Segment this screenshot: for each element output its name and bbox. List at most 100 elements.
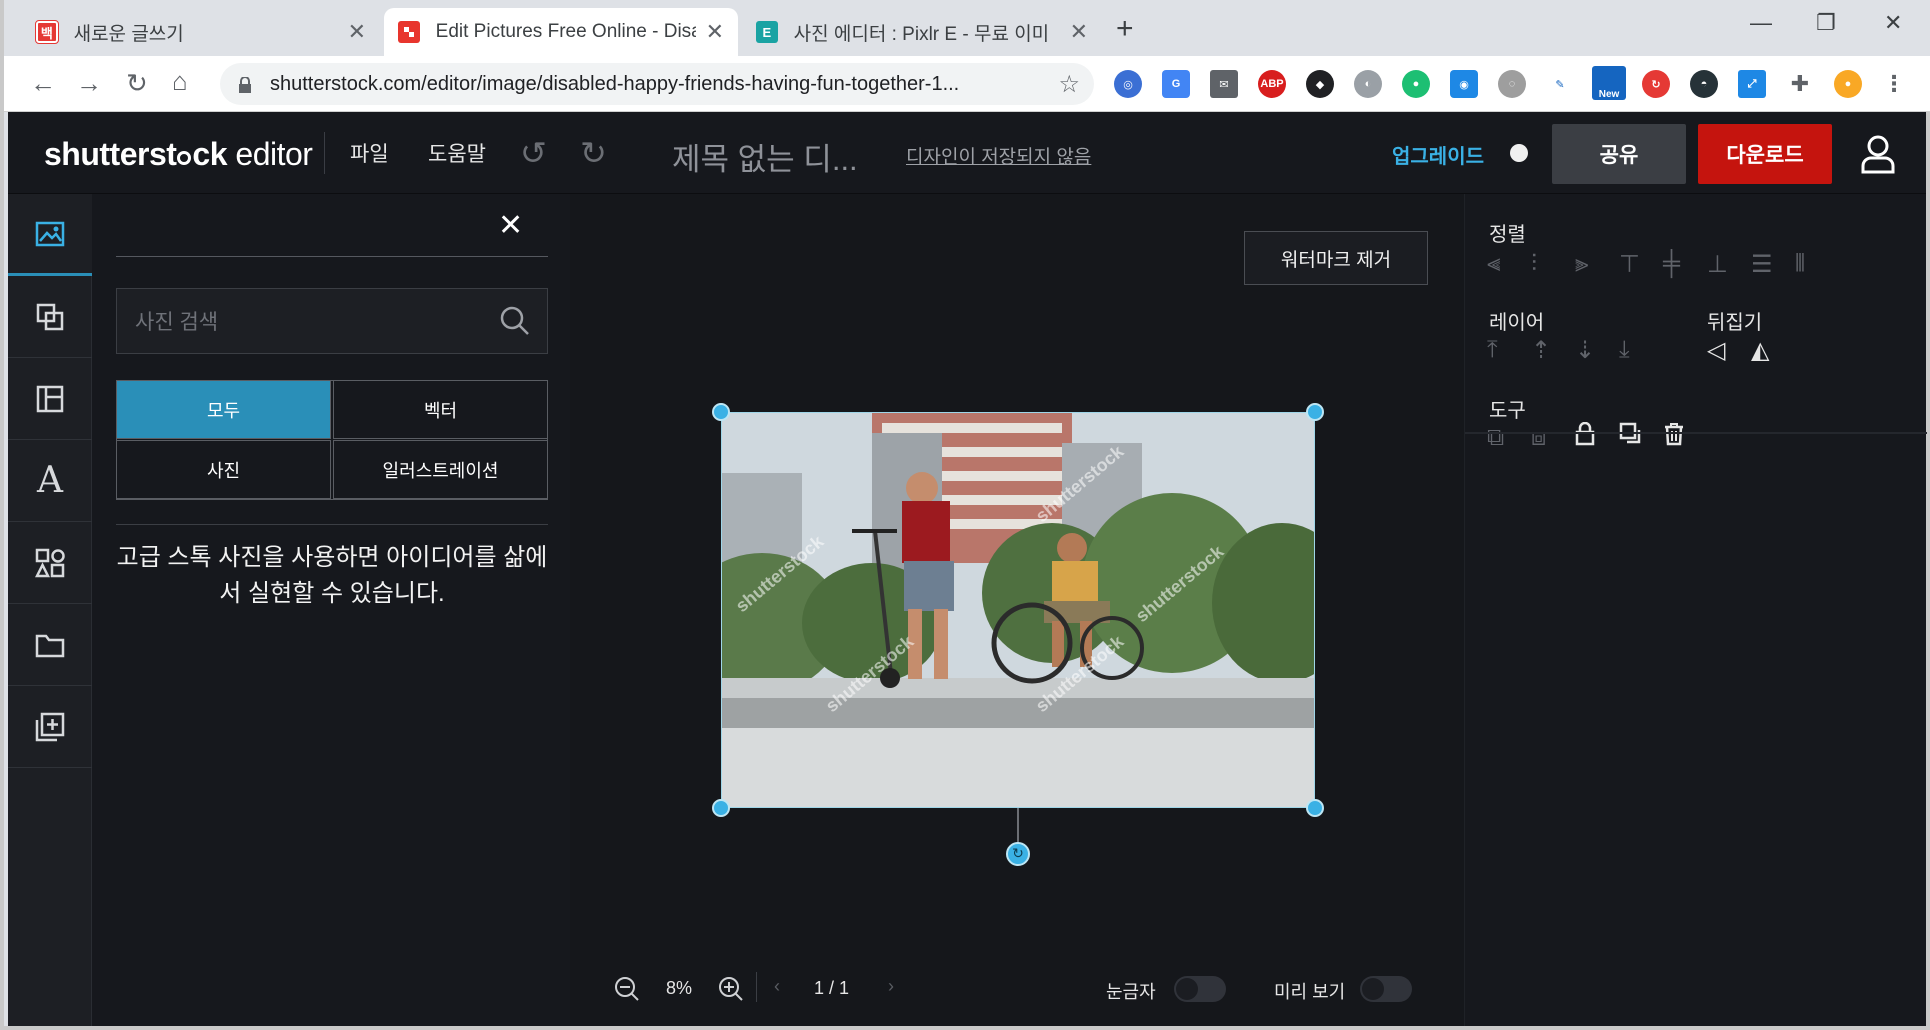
align-center-icon[interactable]: ⫶ [1531,250,1537,278]
flip-vertical-icon[interactable]: ◭ [1751,336,1769,365]
zoom-in-icon[interactable] [718,976,744,1007]
resize-handle-top-left[interactable] [712,403,730,421]
distribute-vertical-icon[interactable]: ☰ [1751,250,1773,279]
bring-forward-icon[interactable]: ⇡ [1531,336,1551,365]
bookmark-star-icon[interactable]: ☆ [1058,70,1080,99]
photos-rail-button[interactable] [8,194,92,276]
templates-rail-button[interactable] [8,358,92,440]
tab-shutterstock-editor[interactable]: Edit Pictures Free Online - Disal ✕ [384,8,738,56]
translate-extension-icon[interactable]: G [1162,70,1190,98]
footer-divider [756,972,757,1002]
share-button[interactable]: 공유 [1552,124,1686,184]
blue-extension-icon[interactable]: ◉ [1450,70,1478,98]
send-backward-icon[interactable]: ⇣ [1575,336,1595,365]
forward-icon[interactable]: → [76,68,102,99]
undo-icon[interactable]: ↺ [520,134,547,172]
flip-horizontal-icon[interactable]: ◁ [1707,336,1725,365]
align-left-icon[interactable]: ⫷ [1487,250,1501,278]
text-rail-button[interactable]: A [8,440,92,522]
align-bottom-icon[interactable]: ⊥ [1707,250,1728,279]
shutterstock-favicon [398,21,420,43]
panel-divider [116,524,548,525]
back-icon[interactable]: ← [30,68,56,99]
distribute-horizontal-icon[interactable]: ⫴ [1795,250,1805,278]
reload-icon[interactable]: ↻ [126,68,148,99]
menu-file[interactable]: 파일 [350,138,389,168]
resize-handle-bottom-left[interactable] [712,799,730,817]
lock-layer-icon[interactable] [1575,421,1595,453]
tab-title: 새로운 글쓰기 [73,23,184,45]
close-window-icon[interactable]: ✕ [1884,10,1902,36]
new-tab-icon[interactable]: + [1116,12,1134,46]
resize-extension-icon[interactable]: ⤢ [1738,70,1766,98]
folder-icon [35,634,65,657]
align-right-icon[interactable]: ⫸ [1575,250,1589,278]
close-tab-icon[interactable]: ✕ [706,19,724,45]
delete-icon[interactable] [1663,422,1685,453]
close-tab-icon[interactable]: ✕ [1070,19,1088,45]
home-icon[interactable]: ⌂ [172,66,188,97]
download-button[interactable]: 다운로드 [1698,124,1832,184]
send-to-back-icon[interactable]: ⤓ [1619,336,1630,364]
red-extension-icon[interactable]: ↻ [1642,70,1670,98]
new-post-favicon: 백 [35,20,59,44]
search-icon[interactable] [499,305,531,343]
folder-rail-button[interactable] [8,604,92,686]
align-top-icon[interactable]: ⊤ [1619,250,1640,279]
restore-icon[interactable]: ❐ [1816,10,1836,36]
align-middle-icon[interactable]: ╪ [1663,250,1680,278]
address-bar[interactable]: shutterstock.com/editor/image/disabled-h… [220,63,1094,105]
canvas-image[interactable]: shutterstock shutterstock shutterstock s… [721,412,1315,808]
new-extension-icon[interactable]: New [1592,66,1626,100]
remove-watermark-button[interactable]: 워터마크 제거 [1244,231,1428,285]
filter-illustration[interactable]: 일러스트레이션 [333,440,548,499]
ungroup-icon[interactable]: ⧈ [1531,424,1546,452]
profile-avatar[interactable]: ● [1834,70,1862,98]
resize-handle-bottom-right[interactable] [1306,799,1324,817]
resize-handle-top-right[interactable] [1306,403,1324,421]
filter-vector[interactable]: 벡터 [333,380,548,439]
shutterstock-editor-logo[interactable]: shutterst ck editor [44,136,313,173]
unsaved-status-link[interactable]: 디자인이 저장되지 않음 [906,142,1091,169]
close-tab-icon[interactable]: ✕ [348,19,366,45]
tab-new-post[interactable]: 백 새로운 글쓰기 ✕ [22,8,380,56]
ruler-toggle[interactable] [1174,976,1226,1002]
add-page-rail-button[interactable] [8,686,92,768]
pen-extension-icon[interactable]: ✎ [1546,70,1574,98]
browser-menu-icon[interactable]: ⋮ [1880,70,1908,98]
prev-page-icon[interactable]: ‹ [774,976,780,997]
ninja-extension-icon[interactable]: ◓ [1690,70,1718,98]
user-account-icon[interactable] [1860,134,1896,174]
close-panel-icon[interactable]: ✕ [498,208,523,243]
mail-extension-icon[interactable]: ✉ [1210,70,1238,98]
tab-pixlr[interactable]: E 사진 에디터 : Pixlr E - 무료 이미 ✕ [742,8,1102,56]
upgrade-link[interactable]: 업그레이드 [1392,140,1484,169]
layers-rail-button[interactable] [8,276,92,358]
browser-toolbar: ← → ↻ ⌂ shutterstock.com/editor/image/di… [4,56,1930,112]
next-page-icon[interactable]: › [888,976,894,997]
fish-extension-icon[interactable]: ◆ [1306,70,1334,98]
duplicate-icon[interactable] [1619,422,1643,453]
elements-rail-button[interactable] [8,522,92,604]
redo-icon[interactable]: ↻ [580,134,607,172]
grey-extension-icon[interactable]: ◌ [1498,70,1526,98]
mouse-extension-icon[interactable]: ◐ [1354,70,1382,98]
photo-search-input[interactable]: 사진 검색 [116,288,548,354]
green-extension-icon[interactable]: ● [1402,70,1430,98]
rotate-handle-icon[interactable]: ↻ [1006,842,1030,866]
bring-to-front-icon[interactable]: ⤒ [1487,336,1498,364]
group-icon[interactable]: ⧉ [1487,424,1504,452]
align-title: 정렬 [1489,224,1526,246]
image-icon [35,221,65,246]
adblock-extension-icon[interactable]: ABP [1258,70,1286,98]
filter-photo[interactable]: 사진 [116,440,331,499]
preview-toggle[interactable] [1360,976,1412,1002]
document-title[interactable]: 제목 없는 디... [672,134,858,179]
zoom-out-icon[interactable] [614,976,640,1007]
layer-title: 레이어 [1489,312,1545,334]
minimize-icon[interactable]: — [1750,10,1772,36]
globe-extension-icon[interactable]: ◎ [1114,70,1142,98]
menu-help[interactable]: 도움말 [428,138,486,168]
extensions-puzzle-icon[interactable]: ✚ [1786,70,1814,98]
filter-all[interactable]: 모두 [116,380,331,439]
